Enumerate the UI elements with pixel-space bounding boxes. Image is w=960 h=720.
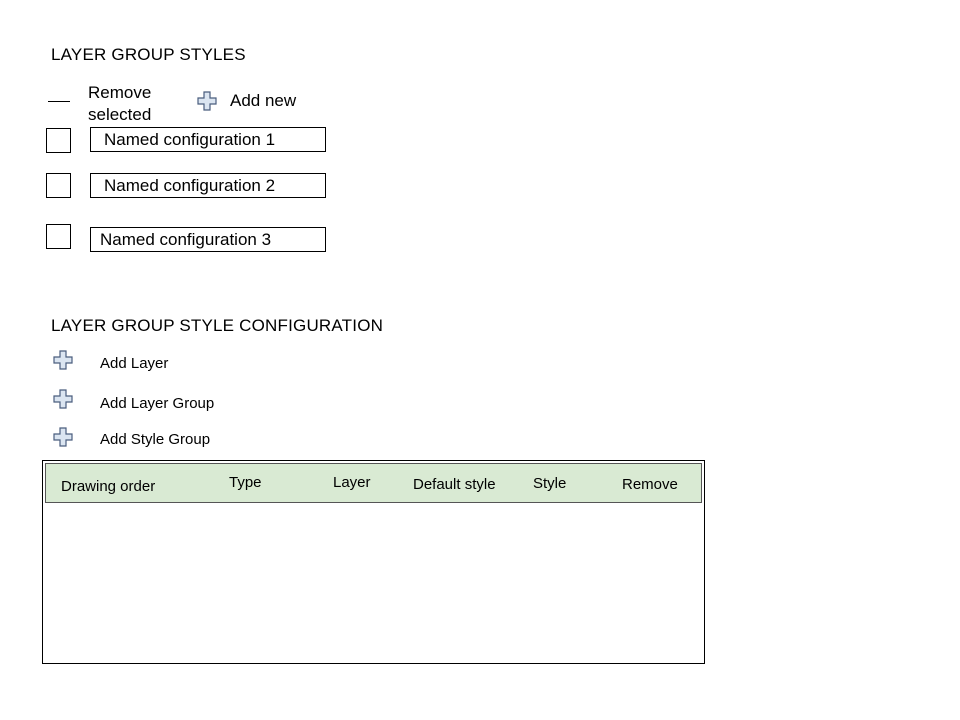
remove-selected-dash-icon[interactable] (48, 101, 70, 102)
col-header-type: Type (229, 474, 262, 491)
add-layer-label: Add Layer (100, 355, 169, 372)
add-style-group-label: Add Style Group (100, 431, 211, 448)
add-layer-button[interactable]: Add Layer (53, 350, 253, 374)
table-body (45, 505, 702, 661)
remove-selected-label-line1: Remove (88, 83, 152, 102)
add-new-label: Add new (230, 91, 297, 110)
layer-group-style-configuration-title: LAYER GROUP STYLE CONFIGURATION (51, 316, 384, 335)
config-1-name-field[interactable]: Named configuration 1 (90, 127, 326, 152)
col-header-layer: Layer (333, 474, 371, 491)
config-2-name-field[interactable]: Named configuration 2 (90, 173, 326, 198)
add-layer-group-button[interactable]: Add Layer Group (53, 389, 253, 413)
col-header-style: Style (533, 475, 567, 492)
plus-icon (53, 350, 73, 370)
plus-icon (53, 427, 73, 447)
add-style-group-button[interactable]: Add Style Group (53, 427, 253, 451)
layer-config-table: Drawing order Type Layer Default style S… (42, 460, 705, 664)
config-3-checkbox[interactable] (46, 224, 71, 249)
table-header-row: Drawing order Type Layer Default style S… (45, 463, 702, 503)
col-header-drawing-order: Drawing order (61, 478, 156, 495)
plus-icon (53, 389, 73, 409)
config-2-checkbox[interactable] (46, 173, 71, 198)
add-layer-group-label: Add Layer Group (100, 395, 215, 412)
plus-icon (197, 91, 217, 111)
remove-selected-label-line2: selected (88, 105, 152, 124)
col-header-default-style: Default style (413, 476, 496, 493)
col-header-remove: Remove (622, 476, 678, 493)
config-3-name-field[interactable]: Named configuration 3 (90, 227, 326, 252)
add-new-button[interactable]: Add new (197, 90, 307, 114)
config-1-checkbox[interactable] (46, 128, 71, 153)
remove-selected-button[interactable]: Remove selected (88, 82, 151, 126)
layer-group-styles-title: LAYER GROUP STYLES (51, 45, 246, 64)
